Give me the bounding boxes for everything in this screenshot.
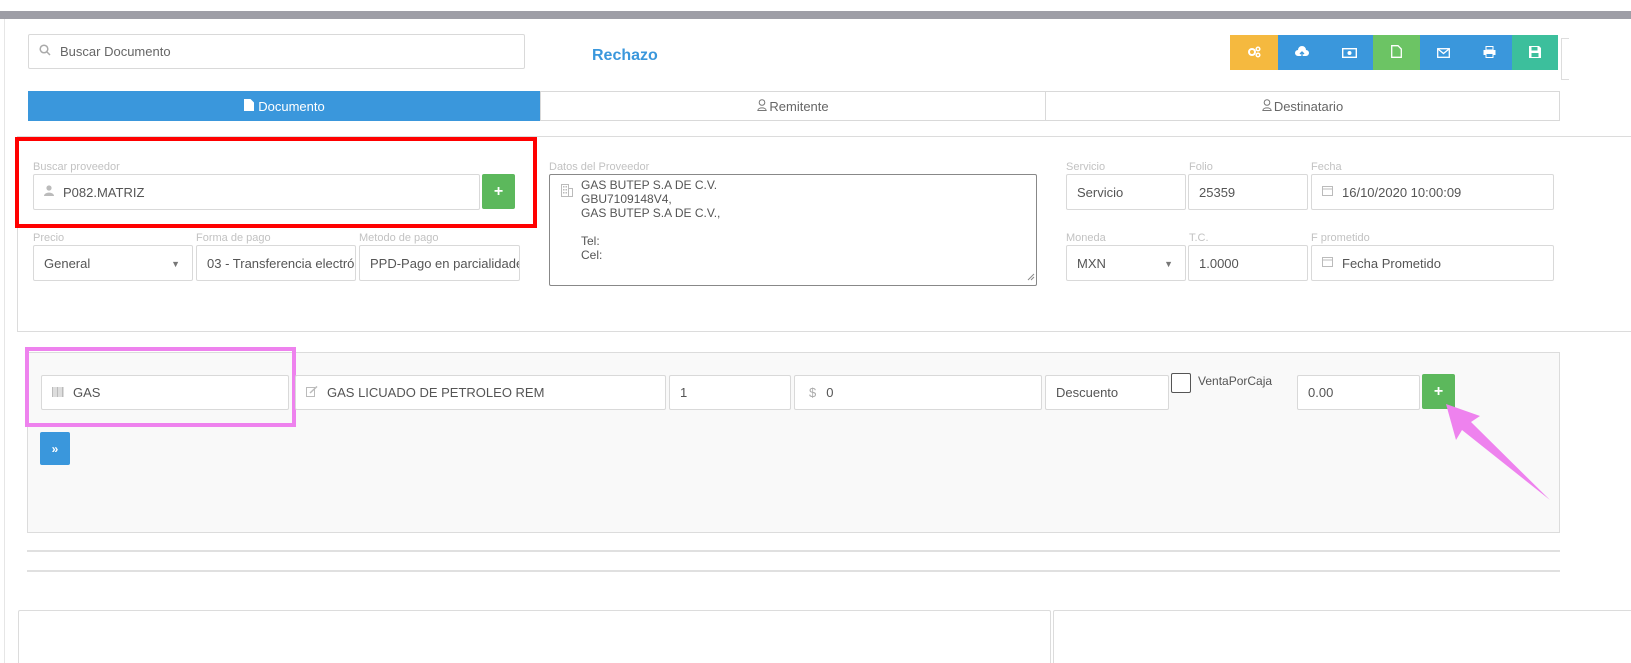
fecha-field[interactable]: 16/10/2020 10:00:09 [1311,174,1554,210]
calendar-icon [1322,185,1333,199]
print-button[interactable] [1467,35,1512,70]
envelope-button[interactable] [1420,35,1467,70]
datos-proveedor-text: GAS BUTEP S.A DE C.V. GBU7109148V4, GAS … [581,178,720,262]
total-field[interactable]: 0.00 [1297,375,1420,410]
quantity-value: 1 [680,385,688,400]
divider [27,550,1560,552]
toolbar-overflow-edge [1561,38,1569,80]
precio-label: Precio [33,232,65,244]
tab-documento[interactable]: Documento [28,91,541,121]
price-field[interactable]: $ 0 [794,375,1042,410]
tc-field[interactable]: 1.0000 [1188,245,1308,281]
datos-line: GAS BUTEP S.A DE C.V., [581,206,721,220]
folio-label: Folio [1189,161,1213,173]
dollar-icon: $ [809,385,817,400]
metodo-pago-select[interactable]: PPD-Pago en parcialidade [359,245,520,281]
document-icon [244,98,255,114]
folio-value: 25359 [1199,184,1236,200]
status-text: Rechazo [592,47,658,64]
venta-por-caja-checkbox[interactable] [1171,373,1191,393]
forma-pago-value: 03 - Transferencia electró [207,255,355,271]
metodo-pago-label: Metodo de pago [359,232,439,244]
search-document-placeholder: Buscar Documento [60,44,171,59]
resize-handle-icon[interactable] [1027,269,1035,284]
datos-proveedor-textarea[interactable]: GAS BUTEP S.A DE C.V. GBU7109148V4, GAS … [549,174,1037,286]
calendar-icon [1322,256,1333,270]
precio-select[interactable]: General ▼ [33,245,193,281]
gears-icon [1247,45,1261,61]
caret-down-icon: ▼ [171,259,180,269]
tab-destinatario[interactable]: Destinatario [1045,91,1560,121]
product-description-value: GAS LICUADO DE PETROLEO REM [327,385,545,400]
tab-remitente-label: Remitente [769,98,829,114]
datos-line: GAS BUTEP S.A DE C.V. [581,178,718,192]
datos-line: GBU7109148V4, [581,192,672,206]
folio-field[interactable]: 25359 [1188,174,1308,210]
search-icon [39,44,51,59]
caret-down-icon: ▼ [1164,259,1173,269]
user-icon [1262,98,1272,114]
file-button[interactable] [1373,35,1420,70]
metodo-pago-value: PPD-Pago en parcialidade [370,255,520,271]
fecha-label: Fecha [1311,161,1342,173]
forma-pago-label: Forma de pago [196,232,271,244]
precio-value: General [44,255,91,271]
expand-button[interactable]: » [40,432,70,465]
edit-icon [306,385,318,400]
fecha-prometido-field[interactable]: Fecha Prometido [1311,245,1554,281]
datos-line [581,220,720,234]
building-icon [561,184,573,200]
forma-pago-select[interactable]: 03 - Transferencia electró [196,245,356,281]
servicio-field[interactable]: Servicio [1066,174,1186,210]
annotation-arrow-icon [1446,404,1550,500]
money-icon [1341,45,1357,61]
moneda-select[interactable]: MXN ▼ [1066,245,1186,281]
fecha-value: 16/10/2020 10:00:09 [1342,184,1462,200]
datos-proveedor-label: Datos del Proveedor [549,161,650,173]
fprometido-label: F prometido [1311,232,1370,244]
tab-remitente[interactable]: Remitente [540,91,1046,121]
save-icon [1529,45,1541,61]
save-button[interactable] [1512,35,1558,70]
highlight-product-code-box [25,347,296,427]
moneda-value: MXN [1077,255,1106,271]
user-icon [757,98,768,114]
top-stripe [0,11,1631,19]
search-document-field[interactable]: Buscar Documento [28,34,525,69]
left-border [4,19,5,663]
bottom-left-panel [18,610,1051,663]
tc-value: 1.0000 [1199,255,1239,271]
tab-documento-label: Documento [258,98,325,114]
window-top-bar [0,0,1631,19]
file-icon [1391,44,1402,61]
discount-field[interactable]: Descuento [1045,375,1169,410]
divider [27,570,1560,572]
product-description-field[interactable]: GAS LICUADO DE PETROLEO REM [295,375,666,410]
servicio-value: Servicio [1077,184,1124,200]
bottom-right-panel [1053,610,1631,663]
total-value: 0.00 [1308,385,1334,400]
fecha-prometido-placeholder: Fecha Prometido [1342,255,1441,271]
venta-por-caja-label: VentaPorCaja [1198,374,1273,388]
servicio-label: Servicio [1066,161,1106,173]
highlight-proveedor-box [15,137,537,228]
datos-line: Tel: [581,234,600,248]
price-value: 0 [826,385,834,400]
print-icon [1483,45,1496,61]
moneda-label: Moneda [1066,232,1106,244]
discount-placeholder: Descuento [1056,385,1119,400]
envelope-icon [1437,45,1450,61]
datos-line: Cel: [581,248,603,262]
tc-label: T.C. [1189,232,1209,244]
money-button[interactable] [1325,35,1373,70]
quantity-field[interactable]: 1 [669,375,791,410]
cloud-upload-icon [1294,45,1310,61]
cloud-upload-button[interactable] [1278,35,1325,70]
double-chevron-right-icon: » [51,441,59,456]
gears-button[interactable] [1230,35,1278,70]
tab-destinatario-label: Destinatario [1273,98,1344,114]
plus-icon: + [1433,382,1444,400]
